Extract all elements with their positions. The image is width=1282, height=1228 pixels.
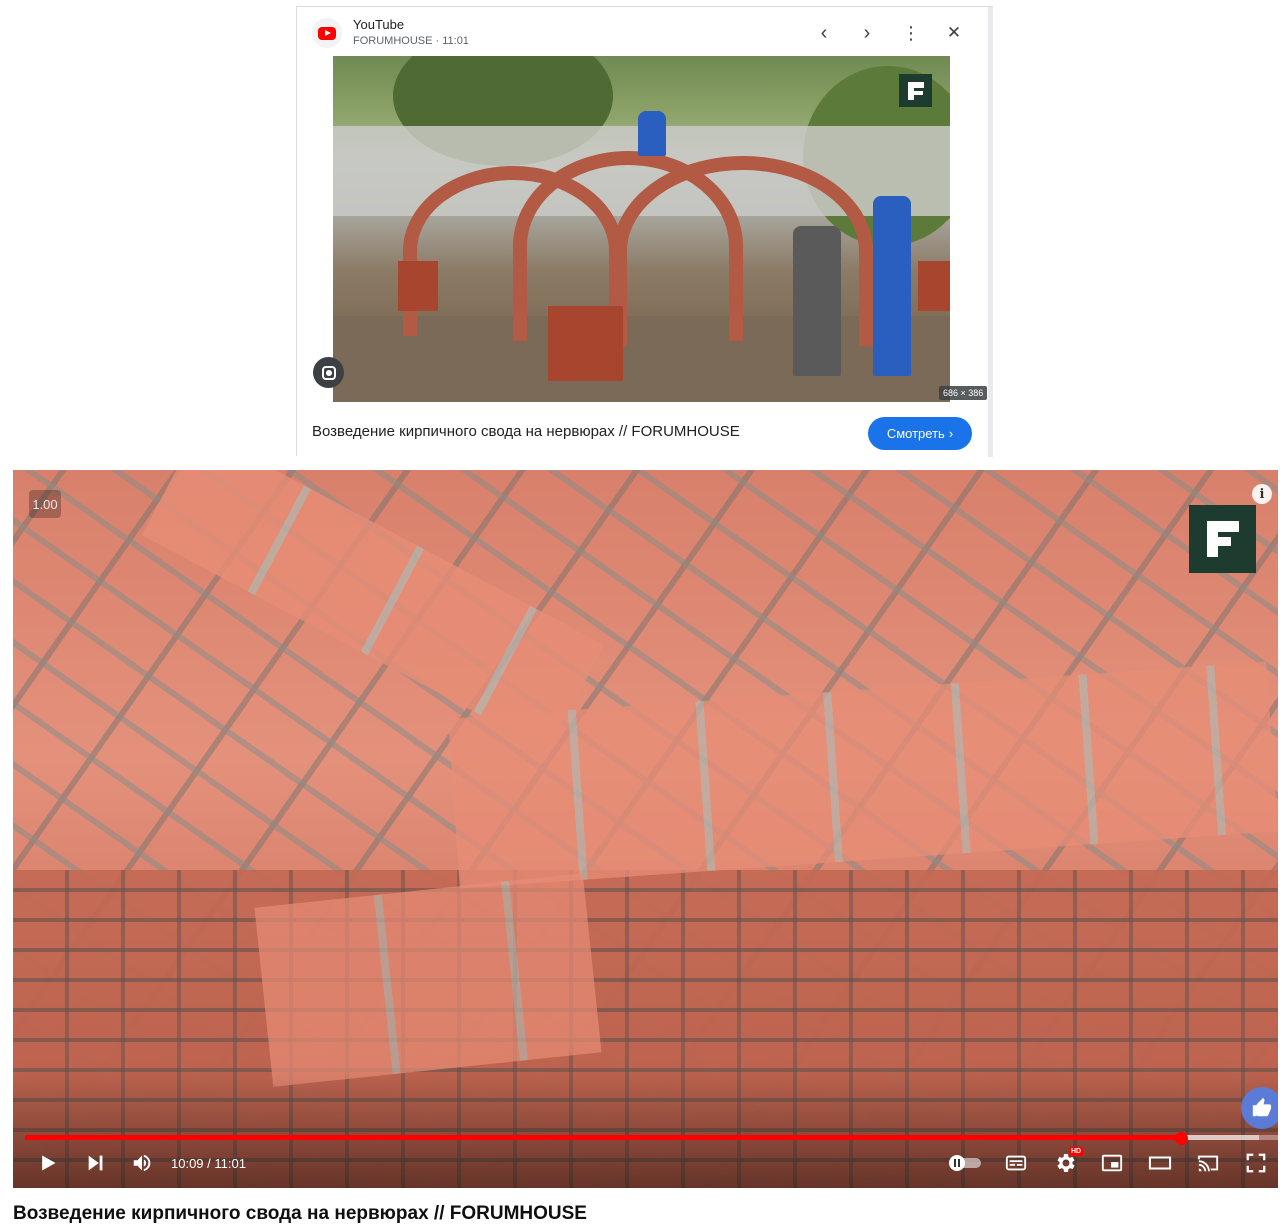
card-title[interactable]: Возведение кирпичного свода на нервюрах … <box>312 423 740 440</box>
fullscreen-button[interactable] <box>1241 1146 1271 1180</box>
image-brick-pillar <box>918 261 950 311</box>
miniplayer-icon <box>1101 1154 1123 1172</box>
watch-button[interactable]: Смотреть › <box>868 417 972 450</box>
played-bar <box>25 1135 1182 1140</box>
next-button[interactable]: › <box>853 19 881 47</box>
lens-search-button[interactable] <box>313 357 344 388</box>
image-dimensions: 686 × 386 <box>939 386 988 400</box>
autoplay-toggle-icon <box>949 1155 981 1171</box>
card-scrollbar[interactable] <box>988 7 993 457</box>
image-person <box>638 111 666 156</box>
theater-mode-button[interactable] <box>1145 1146 1175 1180</box>
playback-speed-indicator: 1.00 <box>29 490 61 518</box>
channel-watermark-logo[interactable] <box>1189 505 1256 573</box>
time-display: 10:09 / 11:01 <box>171 1156 246 1171</box>
volume-icon <box>133 1154 151 1172</box>
image-preview-card: YouTube FORUMHOUSE · 11:01 ‹ › ⋮ ✕ 686 ×… <box>296 6 993 457</box>
chevron-left-icon: ‹ <box>820 21 828 44</box>
more-options-button[interactable]: ⋮ <box>897 19 925 47</box>
fullscreen-icon <box>1246 1153 1266 1173</box>
youtube-icon <box>312 18 342 48</box>
lens-icon <box>321 365 336 380</box>
skip-next-icon <box>88 1155 103 1171</box>
next-video-button[interactable] <box>81 1146 111 1180</box>
close-button[interactable]: ✕ <box>940 19 968 47</box>
info-button[interactable]: i <box>1252 484 1272 504</box>
video-player[interactable]: 1.00 i 10:09 / 11:01 HD <box>13 470 1278 1188</box>
image-brick-pillar <box>548 306 623 381</box>
theater-mode-icon <box>1148 1156 1172 1170</box>
play-button[interactable] <box>33 1146 63 1180</box>
miniplayer-button[interactable] <box>1097 1146 1127 1180</box>
forumhouse-logo <box>899 74 932 107</box>
image-person <box>793 226 841 376</box>
chevron-right-icon: › <box>863 21 871 44</box>
video-brick-rib <box>254 873 602 1087</box>
thumbs-up-icon[interactable] <box>1241 1087 1278 1129</box>
image-brick-pillar <box>398 261 438 311</box>
source-name[interactable]: YouTube <box>353 17 404 32</box>
more-vertical-icon: ⋮ <box>902 22 920 43</box>
mute-button[interactable] <box>127 1146 157 1180</box>
close-icon: ✕ <box>946 23 962 42</box>
source-meta: FORUMHOUSE · 11:01 <box>353 35 469 47</box>
progress-bar[interactable] <box>25 1135 1278 1140</box>
video-title[interactable]: Возведение кирпичного свода на нервюрах … <box>13 1203 587 1225</box>
hd-badge: HD <box>1069 1147 1084 1156</box>
settings-button[interactable]: HD <box>1050 1146 1084 1180</box>
chevron-right-icon: › <box>948 426 954 441</box>
autoplay-toggle[interactable] <box>946 1146 984 1180</box>
watch-label: Смотреть <box>886 426 945 441</box>
preview-image[interactable] <box>333 56 950 402</box>
cast-icon <box>1197 1155 1219 1172</box>
subtitles-button[interactable] <box>1001 1146 1031 1180</box>
subtitles-icon <box>1005 1155 1027 1171</box>
cast-button[interactable] <box>1193 1146 1223 1180</box>
info-icon: i <box>1259 486 1265 502</box>
card-header: YouTube FORUMHOUSE · 11:01 ‹ › ⋮ ✕ <box>297 7 987 57</box>
play-icon <box>42 1155 56 1171</box>
image-person <box>873 196 911 376</box>
previous-button[interactable]: ‹ <box>810 19 838 47</box>
